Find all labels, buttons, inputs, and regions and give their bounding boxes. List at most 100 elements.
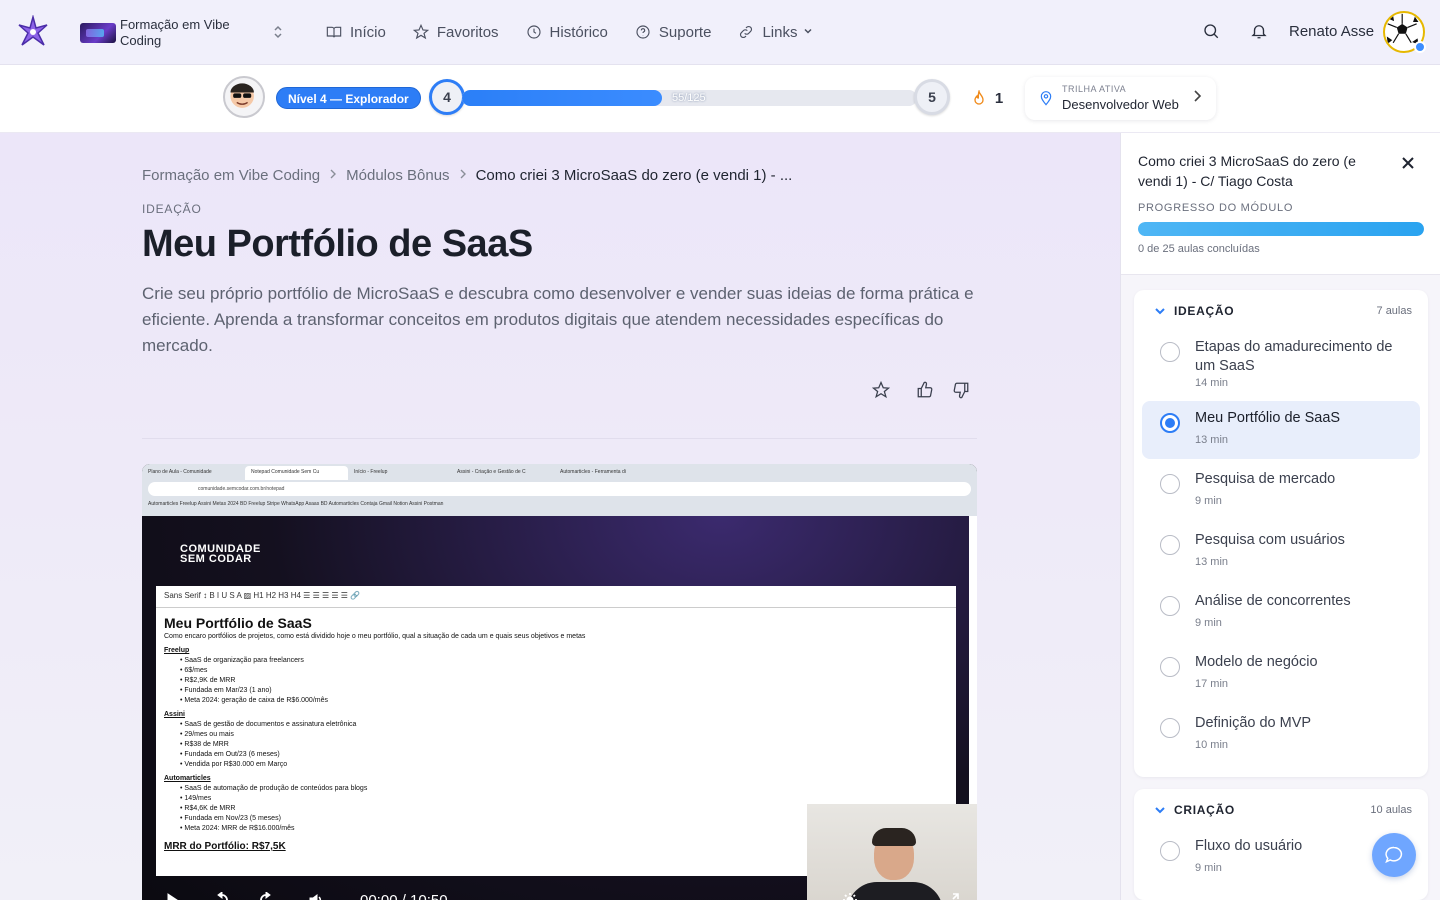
- user-name[interactable]: Renato Asse: [1289, 23, 1374, 40]
- close-icon: [1402, 157, 1414, 169]
- video-browser-tabs: Plano de Aula - Comunidade Notepad Comuni…: [142, 466, 657, 480]
- section-header[interactable]: IDEAÇÃO 7 aulas: [1134, 290, 1428, 330]
- breadcrumb-course[interactable]: Formação em Vibe Coding: [142, 167, 320, 184]
- lesson-item[interactable]: Pesquisa de mercado 9 min: [1142, 462, 1420, 520]
- module-progress-fill: [1138, 222, 1424, 236]
- lesson-status-radio[interactable]: [1160, 841, 1180, 861]
- video-controls: 00:00 / 10:50: [142, 884, 977, 900]
- logo-line: SEM CODAR: [180, 553, 252, 565]
- chevron-right-icon: [329, 168, 337, 183]
- lesson-duration: 13 min: [1195, 434, 1229, 446]
- lesson-status-radio[interactable]: [1160, 342, 1180, 362]
- doc-list-item: • R$2,9K de MRR: [180, 677, 236, 684]
- doc-toolbar: Sans Serif ↕ B I U S A ▨ H1 H2 H3 H4 ☰ ☰…: [156, 586, 956, 608]
- fullscreen-button[interactable]: [944, 892, 960, 900]
- course-thumbnail: [80, 23, 116, 43]
- chevron-right-icon: [1192, 89, 1202, 106]
- rewind-button[interactable]: [214, 891, 230, 900]
- lesson-duration: 9 min: [1195, 617, 1222, 629]
- chat-bubble-icon: [1385, 846, 1403, 864]
- nav-link-inicio[interactable]: Início: [326, 20, 386, 44]
- trail-name: Desenvolvedor Web: [1062, 97, 1179, 112]
- module-progress-bar: [1138, 222, 1424, 236]
- star-icon: [412, 24, 429, 40]
- forward-button[interactable]: [258, 891, 274, 900]
- search-button[interactable]: [1202, 22, 1222, 42]
- lesson-item[interactable]: Análise de concorrentes 9 min: [1142, 584, 1420, 642]
- breadcrumb-current: Como criei 3 MicroSaaS do zero (e vendi …: [475, 167, 793, 184]
- nav-link-links[interactable]: Links: [738, 20, 813, 44]
- mascot-avatar[interactable]: [223, 76, 265, 118]
- doc-list-item: • SaaS de automação de produção de conte…: [180, 785, 368, 792]
- favorite-button[interactable]: [871, 380, 891, 399]
- lesson-name: Etapas do amadurecimento de um SaaS: [1195, 339, 1393, 374]
- doc-list-item: • Meta 2024: geração de caixa de R$6.000…: [180, 697, 328, 704]
- gear-icon: [843, 893, 857, 900]
- chat-button[interactable]: [1372, 833, 1416, 877]
- lesson-item[interactable]: Meu Portfólio de SaaS 13 min: [1142, 401, 1420, 459]
- nav-link-favoritos[interactable]: Favoritos: [412, 20, 499, 44]
- doc-title: Meu Portfólio de SaaS: [164, 615, 312, 631]
- bell-icon: [1251, 25, 1267, 39]
- section-lesson-count: 7 aulas: [1376, 305, 1412, 317]
- section-name: CRIAÇÃO: [1174, 803, 1235, 817]
- breadcrumb-module[interactable]: Módulos Bônus: [346, 167, 449, 184]
- video-watermark-logo: COMUNIDADE SEM CODAR: [180, 544, 261, 565]
- expand-icon: [952, 893, 959, 900]
- course-switcher[interactable]: Formação em Vibe Coding: [80, 14, 290, 52]
- streak-count: 1: [994, 89, 1004, 107]
- video-player[interactable]: Plano de Aula - Comunidade Notepad Comuni…: [142, 464, 977, 900]
- video-browser-tab: Plano de Aula - Comunidade: [148, 469, 212, 475]
- lesson-actions: [871, 380, 970, 399]
- module-sidebar: Como criei 3 MicroSaaS do zero (e vendi …: [1120, 133, 1440, 900]
- chevron-down-icon: [803, 26, 813, 39]
- video-browser-tab: Assini - Criação e Gestão de C: [457, 469, 526, 475]
- flame-icon: [974, 90, 984, 105]
- close-sidebar-button[interactable]: [1401, 156, 1417, 172]
- volume-button[interactable]: [308, 892, 324, 900]
- section-header[interactable]: CRIAÇÃO 10 aulas: [1134, 789, 1428, 829]
- chevron-down-icon: [1154, 304, 1166, 316]
- doc-section-title: Assini: [164, 711, 186, 718]
- lesson-item[interactable]: Etapas do amadurecimento de um SaaS 14 mi…: [1142, 330, 1420, 398]
- doc-section-title: Freelup: [164, 647, 190, 654]
- nav-link-suporte[interactable]: Suporte: [635, 20, 711, 44]
- active-trail-card[interactable]: TRILHA ATIVA Desenvolvedor Web: [1025, 77, 1216, 120]
- dislike-button[interactable]: [952, 381, 970, 399]
- volume-icon: [309, 894, 322, 900]
- course-name: Formação em Vibe Coding: [120, 17, 230, 48]
- lesson-status-radio[interactable]: [1160, 474, 1180, 494]
- rewind-icon: [216, 891, 228, 900]
- search-icon: [1204, 24, 1219, 39]
- lesson-duration: 9 min: [1195, 495, 1222, 507]
- clock-icon: [526, 25, 541, 39]
- settings-button[interactable]: [842, 892, 858, 900]
- like-button[interactable]: [916, 381, 934, 399]
- top-nav: Formação em Vibe Coding Início Favoritos…: [0, 0, 1440, 65]
- lesson-item[interactable]: Modelo de negócio 17 min: [1142, 645, 1420, 703]
- streak-counter[interactable]: 1: [962, 78, 1012, 118]
- lesson-section-kicker: IDEAÇÃO: [142, 202, 202, 216]
- video-browser-tab: Notepad Comunidade Sem Cu: [245, 466, 348, 480]
- lesson-item[interactable]: Definição do MVP 10 min: [1142, 706, 1420, 764]
- lesson-status-radio[interactable]: [1160, 718, 1180, 738]
- xp-progress-fill: [462, 90, 663, 106]
- lesson-item[interactable]: Pesquisa com usuários 13 min: [1142, 523, 1420, 581]
- level-badge: Nível 4 — Explorador: [276, 87, 421, 109]
- lesson-duration: 9 min: [1195, 862, 1222, 874]
- lesson-status-radio[interactable]: [1160, 596, 1180, 616]
- lesson-duration: 17 min: [1195, 678, 1229, 690]
- gamification-bar: Nível 4 — Explorador 4 55/125 5 1 TRILHA…: [0, 65, 1440, 133]
- app-logo-icon[interactable]: [16, 14, 50, 49]
- lesson-name: Definição do MVP: [1195, 715, 1312, 731]
- lesson-status-radio[interactable]: [1160, 535, 1180, 555]
- doc-list-item: • R$38 de MRR: [180, 741, 229, 748]
- lesson-status-radio[interactable]: [1160, 413, 1180, 433]
- play-button[interactable]: [164, 892, 180, 900]
- nav-link-label: Links: [762, 23, 798, 41]
- notifications-button[interactable]: [1250, 22, 1270, 42]
- nav-link-historico[interactable]: Histórico: [526, 20, 608, 44]
- next-level-indicator: 5: [914, 79, 950, 115]
- section-lesson-count: 10 aulas: [1370, 804, 1412, 816]
- lesson-status-radio[interactable]: [1160, 657, 1180, 677]
